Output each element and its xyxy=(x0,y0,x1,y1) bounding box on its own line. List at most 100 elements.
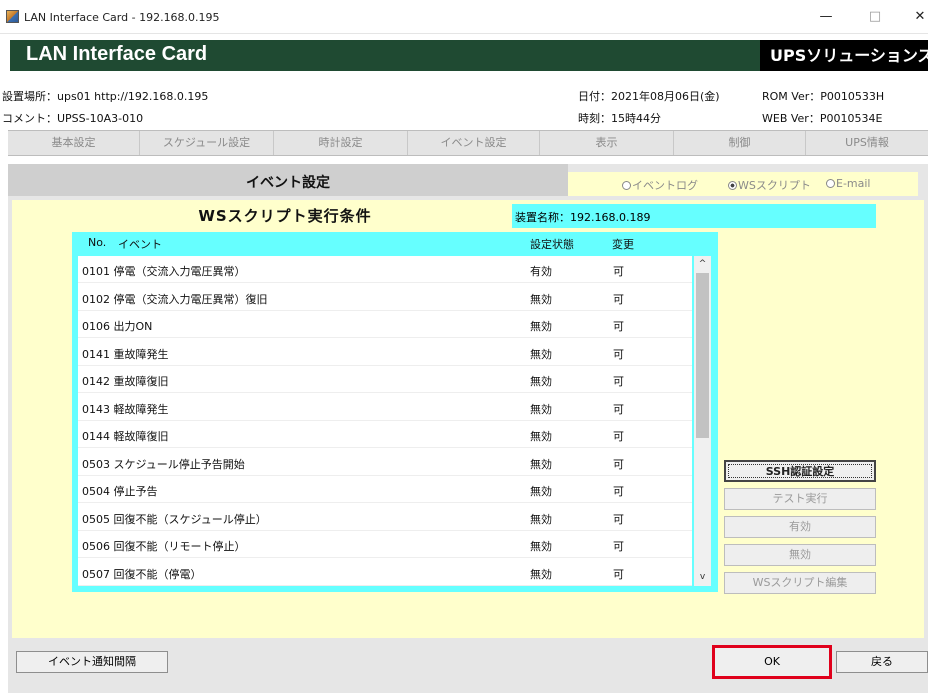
event-change-cell: 可 xyxy=(613,567,624,581)
col-state: 設定状態 xyxy=(530,238,574,251)
nav-clock-settings[interactable]: 時計設定 xyxy=(274,131,408,155)
event-state-cell: 無効 xyxy=(530,375,552,388)
maximize-button[interactable]: □ xyxy=(860,6,890,28)
event-state-cell: 無効 xyxy=(530,430,552,443)
radio-label: WSスクリプト xyxy=(738,179,811,192)
event-change-cell: 可 xyxy=(613,512,624,526)
event-name-cell: 0504 停止予告 xyxy=(82,485,158,498)
product-banner: LAN Interface Card UPSソリューションズ xyxy=(10,40,928,71)
scroll-down-icon[interactable]: v xyxy=(694,569,711,586)
event-name-cell: 0505 回復不能（スケジュール停止） xyxy=(82,512,267,526)
test-run-button[interactable]: テスト実行 xyxy=(724,488,876,510)
event-change-cell: 可 xyxy=(613,347,624,361)
nav-control[interactable]: 制御 xyxy=(674,131,806,155)
conditions-title: WSスクリプト実行条件 xyxy=(198,207,372,225)
nav-schedule-settings[interactable]: スケジュール設定 xyxy=(140,131,274,155)
event-state-cell: 無効 xyxy=(530,512,552,526)
event-name-cell: 0503 スケジュール停止予告開始 xyxy=(82,457,245,471)
col-no: No. xyxy=(88,236,107,249)
radio-indicator-checked xyxy=(728,181,737,190)
table-row[interactable]: 0143 軽故障発生 無効 可 xyxy=(78,394,692,421)
event-name-cell: 0143 軽故障発生 xyxy=(82,402,169,416)
web-version: WEB Ver：P0010534E xyxy=(762,112,883,125)
event-state-cell: 有効 xyxy=(530,265,552,278)
event-state-cell: 無効 xyxy=(530,402,552,416)
table-row[interactable]: 0506 回復不能（リモート停止） 無効 可 xyxy=(78,531,692,558)
device-name-box: 装置名称：192.168.0.189 xyxy=(512,204,876,228)
event-notification-interval-button[interactable]: イベント通知間隔 xyxy=(16,651,168,673)
radio-event-log[interactable]: イベントログ xyxy=(622,177,698,193)
edit-ws-script-button[interactable]: WSスクリプト編集 xyxy=(724,572,876,594)
event-state-cell: 無効 xyxy=(530,485,552,498)
table-row[interactable]: 0507 回復不能（停電） 無効 可 xyxy=(78,559,692,586)
java-app-icon xyxy=(6,10,19,23)
table-row[interactable]: 0504 停止予告 無効 可 xyxy=(78,476,692,503)
event-name-cell: 0141 重故障発生 xyxy=(82,347,169,361)
event-state-cell: 無効 xyxy=(530,567,552,581)
event-table-header: No. イベント 設定状態 変更 xyxy=(72,232,718,254)
event-state-cell: 無効 xyxy=(530,457,552,471)
table-row[interactable]: 0503 スケジュール停止予告開始 無効 可 xyxy=(78,449,692,476)
comment-label: コメント：UPSS-10A3-010 xyxy=(2,112,144,125)
event-name-cell: 0142 重故障復旧 xyxy=(82,375,169,388)
table-row[interactable]: 0144 軽故障復旧 無効 可 xyxy=(78,421,692,448)
event-change-cell: 可 xyxy=(613,375,624,388)
window-titlebar: LAN Interface Card - 192.168.0.195 — □ ✕ xyxy=(0,0,928,34)
event-change-cell: 可 xyxy=(613,430,624,443)
nav-event-settings[interactable]: イベント設定 xyxy=(408,131,540,155)
event-name-cell: 0101 停電（交流入力電圧異常） xyxy=(82,265,246,278)
rom-version: ROM Ver：P0010533H xyxy=(762,90,885,103)
radio-indicator xyxy=(826,179,835,188)
table-row[interactable]: 0101 停電（交流入力電圧異常） 有効 可 xyxy=(78,256,692,283)
disable-button[interactable]: 無効 xyxy=(724,544,876,566)
date-label: 日付：2021年08月06日(金) xyxy=(578,90,720,103)
radio-ws-script[interactable]: WSスクリプト xyxy=(728,177,811,193)
close-button[interactable]: ✕ xyxy=(905,6,928,28)
event-change-cell: 可 xyxy=(613,485,624,498)
window-title: LAN Interface Card - 192.168.0.195 xyxy=(24,11,220,24)
notification-type-group: イベントログ WSスクリプト E-mail xyxy=(568,172,918,196)
table-row[interactable]: 0505 回復不能（スケジュール停止） 無効 可 xyxy=(78,504,692,531)
radio-email[interactable]: E-mail xyxy=(826,177,871,190)
event-name-cell: 0507 回復不能（停電） xyxy=(82,567,202,581)
scroll-up-icon[interactable]: ^ xyxy=(694,256,711,273)
table-row[interactable]: 0142 重故障復旧 無効 可 xyxy=(78,366,692,393)
ssh-auth-settings-button[interactable]: SSH認証設定 xyxy=(724,460,876,482)
event-change-cell: 可 xyxy=(613,320,624,333)
radio-indicator xyxy=(622,181,631,190)
ok-button[interactable]: OK xyxy=(712,645,832,679)
main-nav: 基本設定 スケジュール設定 時計設定 イベント設定 表示 制御 UPS情報 xyxy=(8,130,928,156)
nav-display[interactable]: 表示 xyxy=(540,131,674,155)
back-button[interactable]: 戻る xyxy=(836,651,928,673)
location-label: 設置場所：ups01 http://192.168.0.195 xyxy=(2,90,209,103)
event-state-cell: 無効 xyxy=(530,540,552,553)
table-scrollbar[interactable]: ^ v xyxy=(694,256,711,586)
device-name: 装置名称：192.168.0.189 xyxy=(515,211,651,224)
event-state-cell: 無効 xyxy=(530,320,552,333)
event-name-cell: 0106 出力ON xyxy=(82,320,153,333)
col-event: イベント xyxy=(118,238,162,251)
event-state-cell: 無効 xyxy=(530,347,552,361)
table-row[interactable]: 0141 重故障発生 無効 可 xyxy=(78,339,692,366)
enable-button[interactable]: 有効 xyxy=(724,516,876,538)
scroll-thumb[interactable] xyxy=(696,273,709,438)
table-row[interactable]: 0102 停電（交流入力電圧異常）復旧 無効 可 xyxy=(78,284,692,311)
event-change-cell: 可 xyxy=(613,540,624,553)
event-change-cell: 可 xyxy=(613,265,624,278)
product-name: LAN Interface Card xyxy=(26,43,208,65)
section-header: イベント設定 xyxy=(8,164,568,196)
minimize-button[interactable]: — xyxy=(811,6,841,28)
radio-label: イベントログ xyxy=(632,179,698,192)
event-name-cell: 0144 軽故障復旧 xyxy=(82,430,169,443)
nav-basic-settings[interactable]: 基本設定 xyxy=(8,131,140,155)
event-change-cell: 可 xyxy=(613,292,624,306)
device-info-bar: 設置場所：ups01 http://192.168.0.195 コメント：UPS… xyxy=(0,78,928,128)
company-logo: UPSソリューションズ xyxy=(760,40,928,71)
section-title: イベント設定 xyxy=(246,175,330,191)
nav-ups-info[interactable]: UPS情報 xyxy=(806,131,928,155)
table-row[interactable]: 0106 出力ON 無効 可 xyxy=(78,311,692,338)
radio-label: E-mail xyxy=(836,177,871,190)
col-change: 変更 xyxy=(612,238,634,251)
event-state-cell: 無効 xyxy=(530,292,552,306)
event-name-cell: 0102 停電（交流入力電圧異常）復旧 xyxy=(82,292,268,306)
